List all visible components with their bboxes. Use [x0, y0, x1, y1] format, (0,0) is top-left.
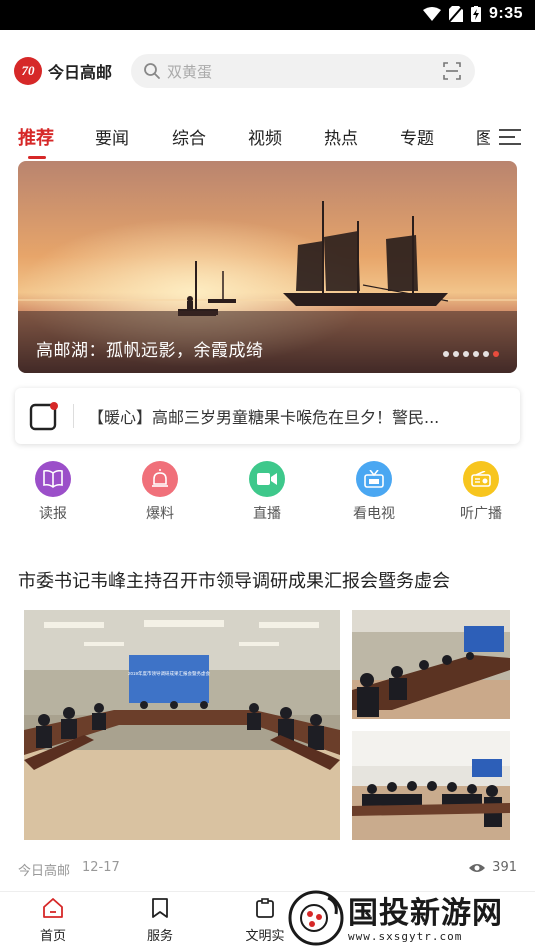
- article-photo-side-1[interactable]: [352, 610, 510, 719]
- book-icon: [35, 461, 71, 497]
- article-photo-side-2[interactable]: [352, 731, 510, 840]
- watermark-url: www.sxsgytr.com: [348, 930, 463, 943]
- active-tab-indicator: [28, 156, 46, 159]
- eye-icon: [469, 863, 486, 872]
- meeting-photo: 2019年度市领导调研成果汇报会暨务虚会: [24, 610, 340, 840]
- tab-video[interactable]: 视频: [248, 124, 282, 149]
- app-logo[interactable]: 70 今日高邮: [14, 57, 112, 85]
- watermark-text: 国投新游网: [348, 896, 503, 931]
- wifi-icon: [422, 7, 441, 21]
- notice-icon: [29, 402, 58, 431]
- quick-link-label: 听广播: [460, 506, 502, 522]
- clipboard-icon: [256, 898, 274, 918]
- hero-banner[interactable]: 高邮湖：孤帆远影，余霞成绮: [18, 161, 517, 373]
- quick-link-label: 爆料: [146, 506, 174, 522]
- category-tabs: 推荐 要闻 综合 视频 热点 专题 图: [0, 118, 535, 160]
- tab-hot[interactable]: 热点: [324, 124, 358, 149]
- alarm-icon: [142, 461, 178, 497]
- quick-link-read-paper[interactable]: 读报: [18, 461, 88, 523]
- article-source: 今日高邮: [18, 864, 71, 879]
- tab-menu-icon[interactable]: [499, 128, 521, 146]
- ticker-text: 【暖心】高邮三岁男童糖果卡喉危在旦夕！警民...: [88, 408, 440, 427]
- status-bar: 9:35: [0, 0, 535, 30]
- article-date: 12-17: [82, 860, 120, 875]
- nav-label: 服务: [146, 929, 173, 944]
- search-bar[interactable]: 双黄蛋: [131, 54, 475, 88]
- top-bar: 70 今日高邮 双黄蛋: [0, 46, 535, 96]
- nav-label: 首页: [39, 929, 66, 944]
- quick-link-report[interactable]: 爆料: [125, 461, 195, 523]
- radio-icon: [463, 461, 499, 497]
- banner-pagination: [443, 351, 499, 357]
- nav-home[interactable]: 首页: [18, 898, 88, 944]
- meeting-photo: [352, 610, 510, 719]
- view-count: 391: [492, 860, 517, 875]
- logo-mark: 70: [14, 57, 42, 85]
- article-views: 391: [468, 860, 517, 875]
- nav-services[interactable]: 服务: [125, 898, 195, 944]
- article-title[interactable]: 市委书记韦峰主持召开市领导调研成果汇报会暨务虚会: [18, 567, 450, 593]
- video-camera-icon: [249, 461, 285, 497]
- tab-topics[interactable]: 专题: [400, 124, 434, 149]
- screen-text: 2019年度市领导调研成果汇报会暨务虚会: [128, 670, 211, 677]
- logo-text: 今日高邮: [48, 63, 113, 82]
- scan-icon[interactable]: [443, 62, 461, 80]
- banner-dot[interactable]: [473, 351, 479, 357]
- quick-link-label: 看电视: [353, 506, 395, 522]
- battery-charging-icon: [470, 6, 481, 22]
- search-icon: [144, 63, 160, 79]
- quick-links: 读报 爆料 直播 看电视 听广播: [0, 461, 535, 531]
- bookmark-icon: [152, 898, 168, 918]
- news-ticker[interactable]: 【暖心】高邮三岁男童糖果卡喉危在旦夕！警民...: [15, 388, 520, 444]
- watermark-logo-icon: [288, 890, 344, 946]
- status-time: 9:35: [488, 5, 523, 22]
- meeting-photo: [352, 731, 510, 840]
- article-photo-main[interactable]: 2019年度市领导调研成果汇报会暨务虚会: [24, 610, 340, 840]
- article-meta: 今日高邮 12-17: [18, 860, 120, 879]
- search-placeholder: 双黄蛋: [167, 62, 213, 81]
- tab-pictures[interactable]: 图: [476, 124, 490, 149]
- site-watermark: 国投新游网 www.sxsgytr.com: [284, 886, 535, 951]
- banner-dot[interactable]: [453, 351, 459, 357]
- banner-dot[interactable]: [463, 351, 469, 357]
- tv-icon: [356, 461, 392, 497]
- ticker-divider: [73, 404, 74, 428]
- quick-link-tv[interactable]: 看电视: [339, 461, 409, 523]
- tab-general[interactable]: 综合: [172, 124, 206, 149]
- banner-dot[interactable]: [443, 351, 449, 357]
- quick-link-label: 直播: [253, 506, 281, 522]
- tab-recommend[interactable]: 推荐: [18, 124, 54, 150]
- banner-caption: 高邮湖：孤帆远影，余霞成绮: [36, 341, 264, 361]
- banner-dot-active[interactable]: [493, 351, 499, 357]
- banner-dot[interactable]: [483, 351, 489, 357]
- quick-link-live[interactable]: 直播: [232, 461, 302, 523]
- no-sim-icon: [448, 6, 463, 22]
- tab-headlines[interactable]: 要闻: [95, 124, 129, 149]
- quick-link-label: 读报: [39, 506, 67, 522]
- home-icon: [43, 898, 63, 918]
- quick-link-radio[interactable]: 听广播: [446, 461, 516, 523]
